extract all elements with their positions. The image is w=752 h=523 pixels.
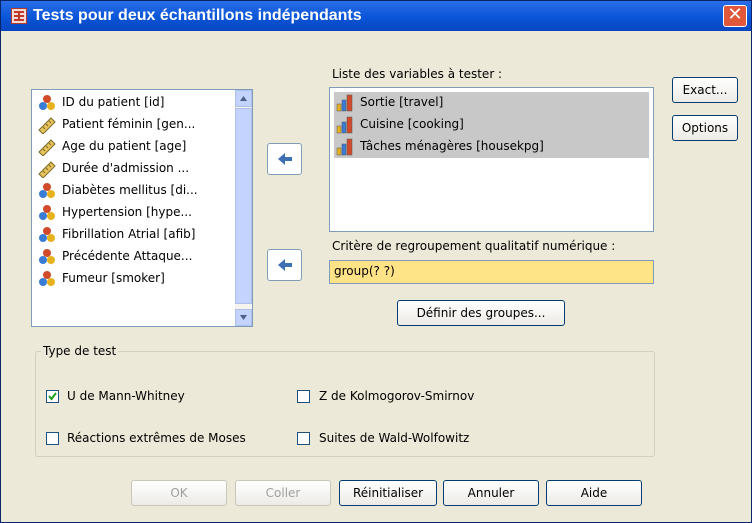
- exact-button[interactable]: Exact...: [672, 77, 738, 103]
- test-variable-list[interactable]: Sortie [travel] Cuisine [cooking] Tâches…: [329, 87, 654, 232]
- move-to-test-list-button[interactable]: [267, 143, 302, 175]
- test-type-legend: Type de test: [41, 344, 119, 358]
- list-item-label: Fumeur [smoker]: [62, 271, 165, 285]
- paste-button[interactable]: Coller: [235, 480, 331, 506]
- move-to-grouping-button[interactable]: [267, 249, 302, 281]
- nominal-icon: [38, 270, 56, 288]
- test-variables-label: Liste des variables à tester :: [332, 67, 503, 81]
- list-item-label: Age du patient [age]: [62, 139, 187, 153]
- mann-whitney-label[interactable]: U de Mann-Whitney: [67, 389, 185, 403]
- moses-label[interactable]: Réactions extrêmes de Moses: [67, 431, 246, 445]
- list-item-label: ID du patient [id]: [62, 95, 165, 109]
- define-groups-button[interactable]: Définir des groupes...: [397, 300, 565, 326]
- list-item-label: Cuisine [cooking]: [360, 117, 464, 131]
- source-list-scrollbar[interactable]: [235, 90, 252, 326]
- scale-icon: [38, 116, 56, 135]
- kolmogorov-smirnov-label[interactable]: Z de Kolmogorov-Smirnov: [319, 389, 474, 403]
- arrow-left-icon: [278, 153, 292, 165]
- list-item-label: Patient féminin [gen...: [62, 117, 196, 131]
- dialog-window: Tests pour deux échantillons indépendant…: [0, 0, 752, 523]
- ordinal-icon: [336, 116, 354, 134]
- nominal-icon: [38, 226, 56, 244]
- ordinal-icon: [336, 138, 354, 156]
- ordinal-icon: [336, 94, 354, 112]
- kolmogorov-smirnov-checkbox[interactable]: [297, 390, 310, 403]
- list-item-label: Fibrillation Atrial [afib]: [62, 227, 196, 241]
- wald-wolfowitz-label[interactable]: Suites de Wald-Wolfowitz: [319, 431, 469, 445]
- list-item-label: Diabètes mellitus [di...: [62, 183, 198, 197]
- cancel-button[interactable]: Annuler: [443, 480, 539, 506]
- grouping-variable-field[interactable]: group(? ?): [329, 260, 654, 284]
- options-button[interactable]: Options: [672, 115, 738, 141]
- scroll-thumb[interactable]: [235, 108, 252, 304]
- list-item-label: Sortie [travel]: [360, 95, 444, 109]
- checkmark-icon: [48, 392, 57, 401]
- nominal-icon: [38, 94, 56, 112]
- source-variable-list[interactable]: ID du patient [id] Patient féminin [gen.…: [31, 89, 253, 327]
- scale-icon: [38, 138, 56, 157]
- ok-button[interactable]: OK: [131, 480, 227, 506]
- scale-icon: [38, 160, 56, 179]
- list-item-label: Hypertension [hype...: [62, 205, 192, 219]
- grouping-label: Critère de regroupement qualitatif numér…: [332, 239, 616, 253]
- arrow-left-icon: [278, 259, 292, 271]
- reset-button[interactable]: Réinitialiser: [339, 480, 437, 506]
- nominal-icon: [38, 204, 56, 222]
- mann-whitney-checkbox[interactable]: [46, 390, 59, 403]
- wald-wolfowitz-checkbox[interactable]: [297, 432, 310, 445]
- scroll-down-button[interactable]: [235, 309, 252, 326]
- close-button[interactable]: ✕: [723, 5, 747, 27]
- scroll-up-button[interactable]: [235, 90, 252, 107]
- list-item-label: Tâches ménagères [housekpg]: [360, 139, 544, 153]
- dialog-icon: [11, 8, 27, 24]
- nominal-icon: [38, 182, 56, 200]
- help-button[interactable]: Aide: [546, 480, 642, 506]
- list-item-label: Durée d'admission ...: [62, 161, 190, 175]
- title-bar: Tests pour deux échantillons indépendant…: [1, 1, 751, 31]
- nominal-icon: [38, 248, 56, 266]
- window-title: Tests pour deux échantillons indépendant…: [33, 7, 362, 24]
- list-item-label: Précédente Attaque...: [62, 249, 193, 263]
- moses-checkbox[interactable]: [46, 432, 59, 445]
